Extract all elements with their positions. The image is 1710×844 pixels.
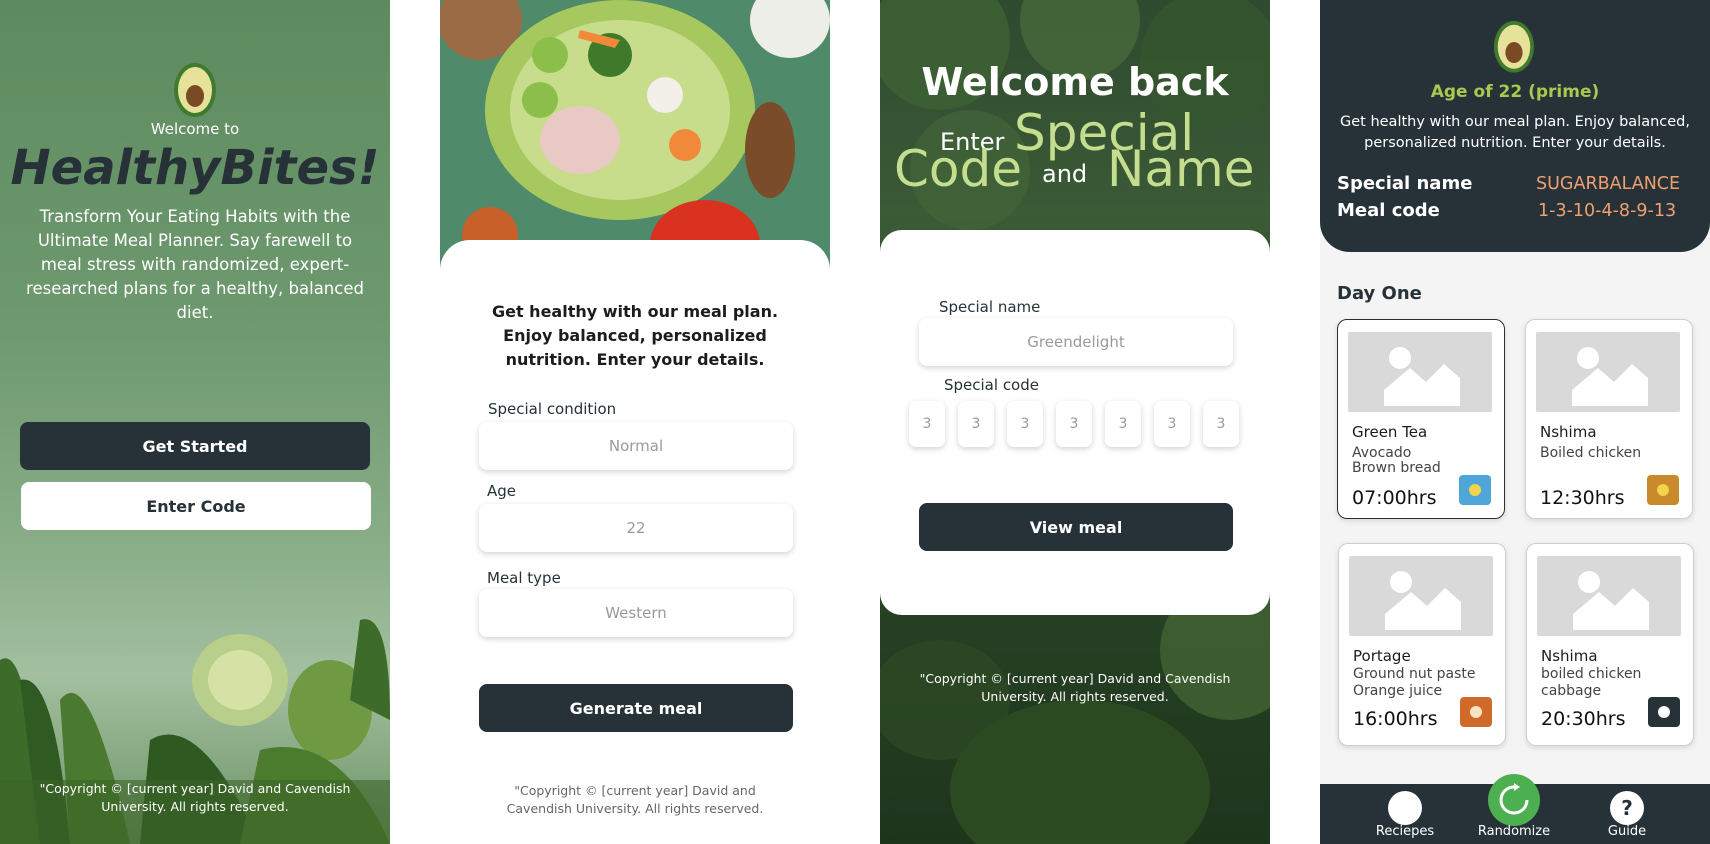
midday-sun-icon [1647, 475, 1679, 505]
meal-name: Portage [1353, 647, 1411, 665]
avocado-logo-icon [174, 63, 216, 117]
and-word: and [1042, 160, 1088, 188]
special-code-digit-input[interactable]: 3 [1154, 401, 1190, 447]
meal-item: Ground nut paste [1353, 666, 1476, 682]
view-meal-button[interactable]: View meal [919, 503, 1233, 551]
meal-item: Avocado [1352, 445, 1412, 461]
sunrise-icon [1459, 475, 1491, 505]
meal-code-value: 1-3-10-4-8-9-13 [1538, 201, 1677, 221]
generate-meal-button[interactable]: Generate meal [479, 684, 793, 732]
special-code-digit-input[interactable]: 3 [1105, 401, 1141, 447]
welcome-back-screen: Welcome back Enter Special Code and Name… [880, 0, 1270, 844]
enter-code-button[interactable]: Enter Code [21, 482, 371, 530]
meal-item: Boiled chicken [1540, 445, 1642, 461]
code-word: Code [894, 140, 1023, 198]
meal-time: 12:30hrs [1540, 487, 1625, 509]
special-name-key: Special name [1337, 173, 1473, 194]
meal-item: cabbage [1541, 683, 1602, 699]
copyright-text: "Copyright © [current year] David and Ca… [39, 781, 351, 814]
meal-time: 16:00hrs [1353, 708, 1438, 730]
avocado-logo-icon [1493, 20, 1535, 73]
food-bowl-image [440, 0, 830, 270]
recipes-icon[interactable] [1388, 791, 1422, 825]
meal-time: 20:30hrs [1541, 708, 1626, 730]
nav-guide-label[interactable]: Guide [1582, 824, 1672, 839]
welcome-screen: Welcome to HealthyBites! Transform Your … [0, 0, 390, 844]
meal-time: 07:00hrs [1352, 487, 1437, 509]
special-code-digit-input[interactable]: 3 [1203, 401, 1239, 447]
guide-icon[interactable]: ? [1610, 791, 1644, 825]
meal-type-label: Meal type [487, 569, 561, 587]
special-name-label: Special name [939, 298, 1041, 316]
plan-intro: Get healthy with our meal plan. Enjoy ba… [1340, 114, 1690, 151]
special-code-label: Special code [944, 376, 1039, 394]
brand-title: HealthyBites! [10, 140, 380, 196]
meal-item: boiled chicken [1541, 666, 1642, 682]
special-name-value: SUGARBALANCE [1536, 174, 1681, 194]
welcome-back-title: Welcome back [921, 60, 1229, 104]
get-started-button[interactable]: Get Started [20, 422, 370, 470]
tagline: Transform Your Eating Habits with the Ul… [26, 207, 364, 322]
special-code-digit-input[interactable]: 3 [909, 401, 945, 447]
moon-icon [1648, 697, 1680, 727]
special-code-digit-input[interactable]: 3 [1007, 401, 1043, 447]
meal-plan-screen: Age of 22 (prime) Get healthy with our m… [1320, 0, 1710, 844]
special-name-input[interactable]: Greendelight [919, 318, 1233, 366]
nav-randomize-label[interactable]: Randomize [1469, 824, 1559, 839]
meal-card[interactable]: Nshima boiled chicken cabbage 20:30hrs [1526, 543, 1694, 746]
welcome-text: Welcome to [150, 120, 240, 138]
condition-field[interactable]: Normal [479, 422, 793, 470]
meal-code-key: Meal code [1337, 200, 1440, 221]
age-title: Age of 22 (prime) [1430, 82, 1600, 102]
age-label: Age [487, 482, 517, 500]
meal-name: Green Tea [1352, 423, 1428, 441]
meal-card[interactable]: Green Tea Avocado Brown bread 07:00hrs [1337, 319, 1505, 519]
meal-name: Nshima [1540, 423, 1597, 441]
meal-name: Nshima [1541, 647, 1598, 665]
meal-image-placeholder-icon [1348, 332, 1492, 412]
meal-plan-form-screen: Get healthy with our meal plan. Enjoy ba… [440, 0, 830, 844]
condition-label: Special condition [488, 400, 617, 418]
refresh-icon [1499, 783, 1529, 815]
meal-item: Orange juice [1353, 683, 1443, 699]
name-word: Name [1107, 140, 1255, 198]
randomize-button[interactable] [1488, 774, 1540, 826]
nav-recipes-label[interactable]: Reciepes [1360, 824, 1450, 839]
special-code-digit-input[interactable]: 3 [958, 401, 994, 447]
copyright-text: "Copyright © [current year] David and Ca… [919, 671, 1231, 704]
meal-item: Brown bread [1352, 460, 1441, 476]
copyright-text: "Copyright © [current year] David and Ca… [506, 783, 764, 816]
meal-card[interactable]: Portage Ground nut paste Orange juice 16:00… [1338, 543, 1506, 746]
meal-image-placeholder-icon [1349, 556, 1493, 636]
day-title: Day One [1337, 283, 1422, 304]
special-code-digit-input[interactable]: 3 [1056, 401, 1092, 447]
meal-image-placeholder-icon [1536, 332, 1680, 412]
form-intro: Get healthy with our meal plan. Enjoy ba… [491, 302, 779, 369]
age-field[interactable]: 22 [479, 504, 793, 552]
meal-type-field[interactable]: Western [479, 589, 793, 637]
meal-card[interactable]: Nshima Boiled chicken 12:30hrs [1525, 319, 1693, 519]
meal-image-placeholder-icon [1537, 556, 1681, 636]
sunset-icon [1460, 697, 1492, 727]
